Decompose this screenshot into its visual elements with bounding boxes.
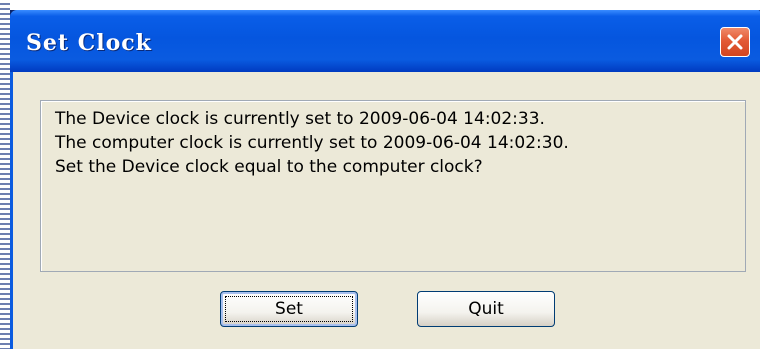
device-clock-message: The Device clock is currently set to 200…	[55, 109, 545, 129]
dialog-body: The Device clock is currently set to 200…	[10, 72, 760, 349]
dialog-title: Set Clock	[26, 30, 152, 56]
quit-button-label: Quit	[468, 299, 504, 319]
close-icon	[727, 34, 743, 50]
background-window-edge	[0, 0, 10, 349]
title-bar[interactable]: Set Clock	[10, 10, 760, 72]
message-panel: The Device clock is currently set to 200…	[40, 100, 746, 272]
computer-clock-message: The computer clock is currently set to 2…	[55, 133, 569, 153]
confirm-question: Set the Device clock equal to the comput…	[55, 157, 483, 177]
focus-rectangle	[225, 296, 353, 322]
quit-button[interactable]: Quit	[417, 291, 555, 327]
set-button[interactable]: Set	[220, 291, 358, 327]
set-clock-dialog: Set Clock The Device clock is currently …	[10, 10, 760, 349]
close-button[interactable]	[720, 27, 750, 57]
